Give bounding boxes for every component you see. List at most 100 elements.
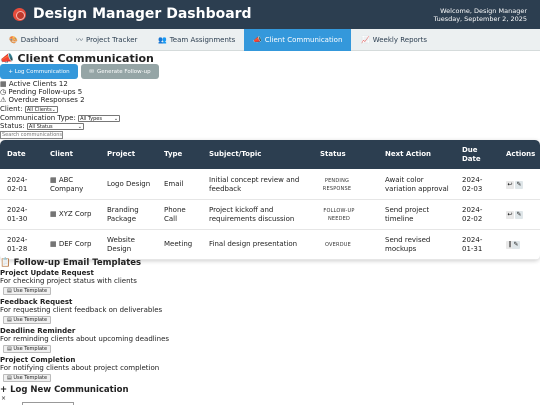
app-header: Design Manager Dashboard Welcome, Design… [0, 0, 540, 29]
type-filter-label: Communication Type: [0, 114, 76, 122]
cell-client: ▦ DEF Corp [50, 240, 105, 249]
tab-label: Team Assignments [169, 36, 236, 44]
app-title: Design Manager Dashboard [33, 6, 252, 22]
use-template-button[interactable]: ▤ Use Template [3, 316, 52, 324]
use-template-button[interactable]: ▤ Use Template [3, 287, 52, 295]
cell-project: Logo Design [107, 180, 151, 188]
cell-client: ▦ XYZ Corp [50, 210, 105, 219]
tab-team-assignments[interactable]: 👥 Team Assignments [149, 29, 244, 51]
current-date: Tuesday, September 2, 2025 [433, 15, 527, 23]
cell-due-date: 2024-02-03 [462, 176, 483, 193]
megaphone-icon: 📣 [253, 36, 262, 44]
tab-client-communication[interactable]: 📣 Client Communication [244, 29, 351, 51]
use-template-button[interactable]: ▤ Use Template [3, 374, 52, 382]
stat-overdue-text: Overdue Responses 2 [8, 96, 85, 104]
building-icon: ▦ [50, 240, 59, 248]
templates-title-text: Follow-up Email Templates [13, 258, 142, 268]
cell-subject: Project kickoff and requirements discuss… [209, 206, 295, 223]
tab-weekly-reports[interactable]: 📈 Weekly Reports [352, 29, 436, 51]
tab-label: Client Communication [264, 36, 343, 44]
reply-icon[interactable]: ↩ [506, 211, 514, 219]
template-desc: For reminding clients about upcoming dea… [0, 335, 170, 343]
stat-active-text: Active Clients 12 [8, 80, 68, 88]
envelope-icon: ✉ [89, 68, 94, 75]
tab-project-tracker[interactable]: 〰 Project Tracker [67, 29, 146, 51]
type-filter-value: All Types [80, 115, 102, 122]
type-filter-select[interactable]: All Types ⌄ [78, 114, 121, 122]
stat-pending-followups: ◷ Pending Follow-ups 5 [0, 88, 82, 96]
building-icon: ▦ [0, 80, 7, 88]
status-badge: PENDING RESPONSE [322, 178, 352, 192]
chevron-down-icon: ⌄ [51, 106, 56, 113]
col-date: Date [7, 150, 26, 158]
chevron-down-icon: ⌄ [77, 123, 82, 130]
search-input[interactable]: Search communications... [0, 131, 63, 139]
cell-client-text: DEF Corp [58, 240, 92, 248]
status-badge: OVERDUE [325, 242, 351, 248]
tab-bar: 🎨 Dashboard 〰 Project Tracker 👥 Team Ass… [0, 29, 540, 51]
cell-date: 2024-01-30 [7, 206, 28, 223]
clipboard-icon: 📋 [0, 258, 11, 268]
table-row: 2024-01-30 ▦ XYZ Corp Branding Package P… [0, 200, 540, 230]
template-desc: For notifying clients about project comp… [0, 364, 160, 372]
generate-followup-button[interactable]: ✉ Generate Follow-up [81, 64, 159, 79]
use-template-label: Use Template [13, 288, 48, 294]
stat-active-clients: ▦ Active Clients 12 [0, 80, 68, 88]
col-type: Type [164, 150, 183, 158]
welcome-text: Welcome, Design Manager [440, 7, 527, 15]
building-icon: ▦ [50, 176, 59, 184]
tab-label: Project Tracker [86, 36, 138, 44]
tab-dashboard[interactable]: 🎨 Dashboard [0, 29, 68, 51]
cell-due-date: 2024-02-02 [462, 206, 483, 223]
team-icon: 👥 [158, 36, 167, 44]
chevron-down-icon: ⌄ [113, 115, 119, 122]
cell-next-action: Send revised mockups [385, 236, 431, 253]
tab-label: Weekly Reports [372, 36, 428, 44]
col-next-action: Next Action [385, 150, 432, 158]
status-filter-row: Status: All Status ⌄ [0, 122, 84, 130]
warning-icon: ⚠ [0, 96, 7, 104]
clock-icon: ◷ [0, 88, 7, 96]
col-project: Project [107, 150, 136, 158]
generate-followup-label: Generate Follow-up [96, 68, 151, 75]
table-row: 2024-01-28 ▦ DEF Corp Website Design Mee… [0, 230, 540, 260]
col-subject: Subject/Topic [209, 150, 262, 158]
table-row: 2024-02-01 ▦ ABC Company Logo Design Ema… [0, 170, 540, 200]
template-name: Deadline Reminder [0, 327, 76, 335]
log-communication-button[interactable]: + Log Communication [0, 64, 78, 79]
edit-icon[interactable]: ✎ [512, 241, 520, 249]
use-template-button[interactable]: ▤ Use Template [3, 345, 52, 353]
table-header: Date Client Project Type Subject/Topic S… [0, 140, 540, 169]
cell-client: ▦ ABC Company [50, 176, 100, 194]
col-actions: Actions [506, 150, 536, 158]
cell-next-action: Send project timeline [385, 206, 430, 223]
client-filter-label: Client: [0, 105, 23, 113]
client-filter-select[interactable]: All Clients ⌄ [24, 105, 58, 113]
cell-date: 2024-01-28 [7, 236, 28, 253]
cell-next-action: Await color variation approval [385, 176, 449, 193]
chart-icon: 📈 [361, 36, 370, 44]
client-filter-value: All Clients [26, 106, 52, 113]
log-form-title: + Log New Communication [0, 385, 129, 395]
status-filter-value: All Status [28, 123, 53, 130]
close-icon[interactable]: × [1, 395, 6, 402]
templates-title: 📋 Follow-up Email Templates [0, 258, 141, 268]
tab-label: Dashboard [20, 36, 59, 44]
template-name: Feedback Request [0, 298, 73, 306]
template-desc: For checking project status with clients [0, 277, 137, 285]
col-status: Status [320, 150, 346, 158]
moustache-icon: 〰 [76, 36, 83, 44]
edit-icon[interactable]: ✎ [515, 181, 523, 189]
template-name: Project Update Request [0, 269, 94, 277]
cell-date: 2024-02-01 [7, 176, 28, 193]
template-name: Project Completion [0, 356, 76, 364]
template-desc: For requesting client feedback on delive… [0, 306, 163, 314]
reply-icon[interactable]: ↩ [506, 181, 514, 189]
cell-type: Meeting [164, 240, 193, 248]
edit-icon[interactable]: ✎ [515, 211, 523, 219]
palette-logo-icon [13, 8, 26, 21]
col-client: Client [50, 150, 74, 158]
cell-type: Phone Call [164, 206, 186, 223]
cell-subject: Initial concept review and feedback [209, 176, 300, 193]
status-filter-select[interactable]: All Status ⌄ [26, 122, 84, 130]
